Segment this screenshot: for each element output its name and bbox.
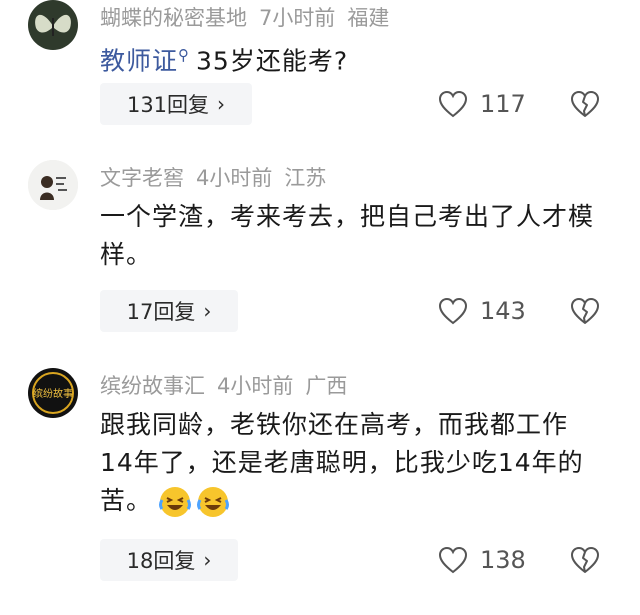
comment-body: 一个学渣，考来考去，把自己考出了人才模样。 bbox=[100, 202, 595, 269]
heart-icon bbox=[438, 297, 468, 325]
avatar-text: 缤纷故事 bbox=[33, 387, 73, 400]
location: 福建 bbox=[347, 6, 390, 30]
comment-meta: 蝴蝶的秘密基地 7小时前 福建 bbox=[100, 2, 401, 32]
chevron-right-icon: › bbox=[203, 299, 212, 323]
timestamp: 7小时前 bbox=[259, 6, 336, 30]
comment-body: 35岁还能考? bbox=[196, 46, 349, 76]
chevron-right-icon: › bbox=[217, 92, 226, 116]
username[interactable]: 缤纷故事汇 bbox=[100, 374, 205, 398]
comment-text: 教师证⚲ 35岁还能考? bbox=[100, 36, 610, 80]
reply-label: 17回复 bbox=[126, 300, 196, 324]
broken-heart-icon bbox=[571, 547, 599, 573]
like-count: 138 bbox=[480, 546, 526, 574]
like-count: 143 bbox=[480, 297, 526, 325]
search-link[interactable]: 教师证 bbox=[100, 46, 178, 75]
like-button[interactable]: 138 bbox=[438, 539, 526, 581]
dislike-button[interactable] bbox=[570, 83, 600, 125]
like-count: 117 bbox=[480, 90, 526, 118]
reply-button[interactable]: 131回复 › bbox=[100, 83, 252, 125]
username[interactable]: 文字老窖 bbox=[100, 166, 184, 190]
dislike-button[interactable] bbox=[570, 290, 600, 332]
broken-heart-icon bbox=[571, 298, 599, 324]
reply-button[interactable]: 18回复 › bbox=[100, 539, 238, 581]
avatar[interactable] bbox=[28, 0, 78, 50]
chevron-right-icon: › bbox=[203, 548, 212, 572]
broken-heart-icon bbox=[571, 91, 599, 117]
dislike-button[interactable] bbox=[570, 539, 600, 581]
avatar[interactable]: 缤纷故事 bbox=[28, 368, 78, 418]
reply-label: 131回复 bbox=[126, 93, 210, 117]
like-button[interactable]: 143 bbox=[438, 290, 526, 332]
laughing-crying-emoji-icon bbox=[197, 487, 230, 517]
timestamp: 4小时前 bbox=[217, 374, 294, 398]
reply-button[interactable]: 17回复 › bbox=[100, 290, 238, 332]
emoji-group bbox=[158, 485, 234, 519]
location: 江苏 bbox=[284, 166, 327, 190]
comment-meta: 缤纷故事汇 4小时前 广西 bbox=[100, 370, 359, 400]
like-button[interactable]: 117 bbox=[438, 83, 526, 125]
search-icon[interactable]: ⚲ bbox=[178, 46, 190, 64]
username[interactable]: 蝴蝶的秘密基地 bbox=[100, 6, 247, 30]
laughing-crying-emoji-icon bbox=[159, 487, 192, 517]
location: 广西 bbox=[305, 374, 348, 398]
heart-icon bbox=[438, 546, 468, 574]
comment-text: 跟我同龄，老铁你还在高考，而我都工作14年了，还是老唐聪明，比我少吃14年的苦。 bbox=[100, 406, 600, 520]
heart-icon bbox=[438, 90, 468, 118]
avatar[interactable] bbox=[28, 160, 78, 210]
reply-label: 18回复 bbox=[126, 549, 196, 573]
comment-meta: 文字老窖 4小时前 江苏 bbox=[100, 162, 338, 192]
timestamp: 4小时前 bbox=[196, 166, 273, 190]
